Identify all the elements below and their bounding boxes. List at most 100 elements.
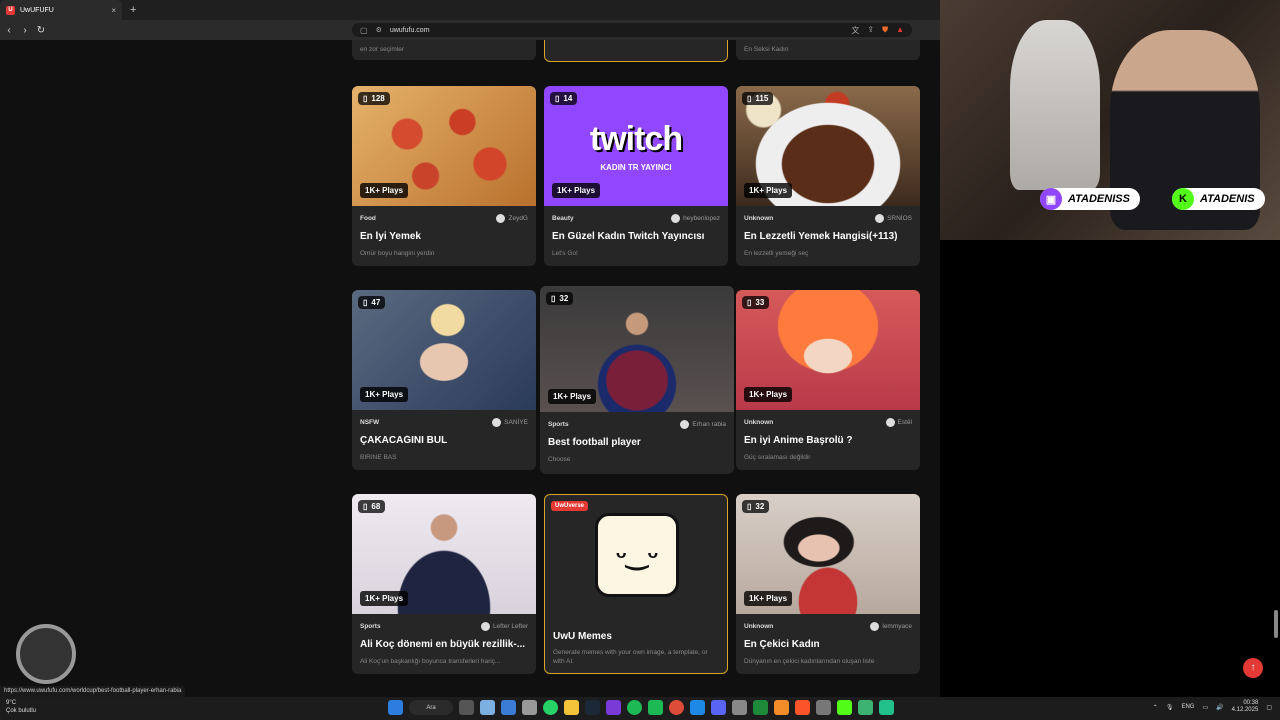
app3-icon[interactable] (648, 700, 663, 715)
brave-shield-icon[interactable]: ⛊ (882, 25, 888, 36)
avatar (875, 214, 885, 223)
whatsapp-icon[interactable] (543, 700, 558, 715)
widgets-icon[interactable] (480, 700, 495, 715)
card-desc: Let's Go! (552, 250, 578, 257)
count-badge: ▯ 32 (546, 292, 574, 305)
translate-icon[interactable]: 文 (851, 25, 859, 36)
card-desc: Ali Koç'un başkanlığı boyunca transferle… (360, 658, 501, 665)
card-author[interactable]: Lefter Lefter (480, 622, 528, 631)
app8-icon[interactable] (879, 700, 894, 715)
card-en-iyi-yemek[interactable]: ▯ 128 1K+ Plays Food ZeydG En İyi Yemek Öm… (352, 86, 536, 266)
taskbar-apps: Ara (388, 700, 894, 715)
share-icon[interactable]: ⇪ (867, 25, 874, 36)
mic-icon[interactable]: 🎙 (1166, 704, 1174, 711)
count-badge: ▯ 32 (742, 500, 770, 513)
twitch-icon: ▣ (1040, 188, 1062, 210)
scrollbar-thumb[interactable] (1274, 610, 1278, 638)
card-uwu-memes[interactable]: UwUverse ᵕ‿ᵕ UwU Memes Generate memes wi… (544, 494, 728, 674)
volume-icon[interactable]: 🔊 (1216, 704, 1223, 711)
card-image: ▯ 68 1K+ Plays (352, 494, 536, 614)
reload-icon[interactable]: ↻ (34, 25, 48, 36)
vscode-icon[interactable] (690, 700, 705, 715)
taskbar-search[interactable]: Ara (409, 700, 453, 715)
card-author[interactable]: lemmyace (870, 622, 912, 631)
plays-badge: 1K+ Plays (360, 591, 409, 606)
url-text[interactable]: uwufufu.com (390, 27, 430, 34)
card-partial-right[interactable]: En Seksi Kadın (736, 40, 920, 60)
count-badge: ▯ 47 (358, 296, 386, 309)
card-category: Unknown (744, 215, 774, 222)
uwuverse-badge: UwUverse (551, 501, 589, 511)
edge-icon[interactable] (501, 700, 516, 715)
language-indicator[interactable]: ENG (1181, 704, 1194, 710)
site-info-icon[interactable]: ⚙ (376, 26, 382, 34)
plays-badge: 1K+ Plays (744, 591, 793, 606)
kick-app-icon[interactable] (837, 700, 852, 715)
count-badge: ▯ 68 (358, 500, 386, 513)
weather-widget[interactable]: 9°C Çok bulutlu (6, 699, 36, 715)
card-en-lezzetli-yemek[interactable]: ▯ 115 1K+ Plays Unknown SRNİOS En Lezzetli… (736, 86, 920, 266)
count-badge: ▯ 14 (550, 92, 578, 105)
chrome-icon[interactable] (669, 700, 684, 715)
card-twitch[interactable]: twitch KADIN TR YAYINCI ▯ 14 1K+ Plays Be… (544, 86, 728, 266)
task-view-icon[interactable] (459, 700, 474, 715)
scroll-to-top-button[interactable]: ↑ (1243, 658, 1263, 678)
brave-icon[interactable] (795, 700, 810, 715)
twitch-logo-text: twitch (589, 120, 683, 158)
card-author[interactable]: SANİYE (492, 418, 528, 427)
cards-icon: ▯ (363, 94, 368, 103)
card-best-football-player[interactable]: ▯ 32 1K+ Plays Sports Erhan rabia Best foo… (540, 286, 734, 474)
forward-icon[interactable]: › (18, 25, 32, 36)
card-anime-basrolu[interactable]: ▯ 33 1K+ Plays Unknown Estêl En iyi Anime … (736, 290, 920, 470)
card-title: En Güzel Kadın Twitch Yayıncısı (552, 231, 705, 242)
kick-icon: K (1172, 188, 1194, 210)
windows-start-icon[interactable] (388, 700, 403, 715)
card-author[interactable]: Erhan rabia (680, 420, 726, 429)
card-author[interactable]: ZeydG (496, 214, 528, 223)
count-badge: ▯ 128 (358, 92, 390, 105)
tray-chevron-icon[interactable]: ⌃ (1153, 704, 1158, 711)
excel-icon[interactable] (753, 700, 768, 715)
app6-icon[interactable] (816, 700, 831, 715)
app4-icon[interactable] (732, 700, 747, 715)
spotify-icon[interactable] (627, 700, 642, 715)
card-cakacagini-bul[interactable]: ▯ 47 1K+ Plays NSFW SANİYE ÇAKACAĞINI BUL … (352, 290, 536, 470)
back-icon[interactable]: ‹ (2, 25, 16, 36)
card-category: Beauty (552, 215, 574, 222)
card-author[interactable]: heybenlopez (671, 214, 720, 223)
nav-bar: ‹ › ↻ ▢ ⚙ uwufufu.com 文 ⇪ ⛊ ▲ (0, 20, 940, 40)
new-tab-button[interactable]: + (130, 4, 136, 16)
app5-icon[interactable] (774, 700, 789, 715)
app7-icon[interactable] (858, 700, 873, 715)
plays-badge: 1K+ Plays (360, 183, 409, 198)
page-content: en zor seçimler En Seksi Kadın ▯ 128 1K+ … (0, 40, 940, 697)
file-explorer-icon[interactable] (564, 700, 579, 715)
address-bar[interactable]: ▢ ⚙ uwufufu.com 文 ⇪ ⛊ ▲ (352, 23, 912, 37)
tab-title: UwUFUFU (20, 6, 54, 14)
discord-icon[interactable] (711, 700, 726, 715)
card-en-cekici-kadin[interactable]: ▯ 32 1K+ Plays Unknown lemmyace En Çekici … (736, 494, 920, 674)
rewards-icon[interactable]: ▲ (896, 25, 904, 36)
app-icon[interactable] (522, 700, 537, 715)
card-desc: Dünyanın en çekici kadınlarından oluşan … (744, 658, 875, 665)
close-tab-icon[interactable]: × (111, 6, 116, 15)
avatar (496, 214, 506, 223)
notification-icon[interactable]: ▢ (1266, 704, 1272, 711)
uwu-memes-icon: ᵕ‿ᵕ (595, 513, 679, 597)
cards-icon: ▯ (363, 298, 368, 307)
steam-icon[interactable] (585, 700, 600, 715)
bookmark-icon[interactable]: ▢ (360, 26, 368, 35)
card-image: ▯ 47 1K+ Plays (352, 290, 536, 410)
card-author[interactable]: Estêl (885, 418, 912, 427)
card-partial-middle[interactable] (544, 40, 728, 62)
card-partial-left[interactable]: en zor seçimler (352, 40, 536, 60)
cards-icon: ▯ (551, 294, 556, 303)
app2-icon[interactable] (606, 700, 621, 715)
card-author[interactable]: SRNİOS (875, 214, 912, 223)
card-title: UwU Memes (553, 631, 612, 642)
clock[interactable]: 00:38 4.12.2025 (1232, 700, 1259, 714)
card-ali-koc[interactable]: ▯ 68 1K+ Plays Sports Lefter Lefter Ali Ko… (352, 494, 536, 674)
network-icon[interactable]: ▭ (1202, 704, 1208, 711)
card-image: ▯ 115 1K+ Plays (736, 86, 920, 206)
tab-uwufufu[interactable]: U UwUFUFU × (0, 0, 122, 20)
